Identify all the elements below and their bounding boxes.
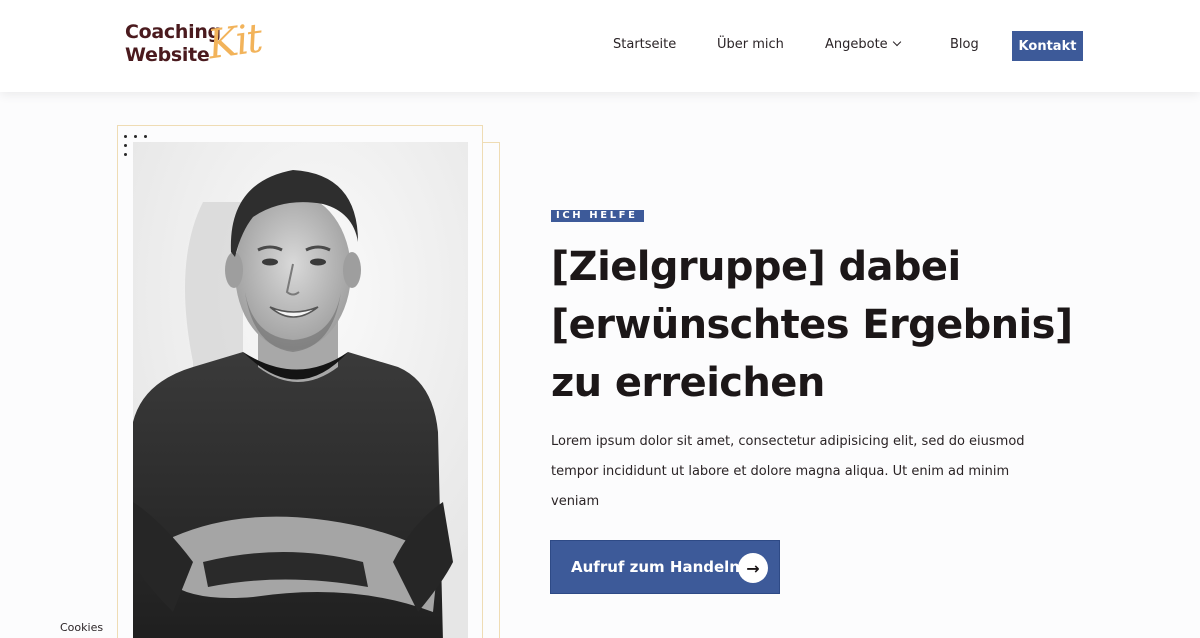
chevron-down-icon	[892, 37, 901, 47]
nav-item-angebote[interactable]: Angebote	[825, 37, 901, 52]
hero-description-line: Lorem ipsum dolor sit amet, consectetur …	[551, 434, 1025, 449]
hero-headline-line: zu erreichen	[551, 360, 825, 406]
portrait-frame-offset	[483, 142, 500, 638]
call-to-action-button[interactable]: Aufruf zum Handeln →	[550, 540, 780, 594]
nav-item-blog[interactable]: Blog	[950, 37, 979, 52]
nav-item-angebote-label: Angebote	[825, 37, 888, 52]
nav-item-ueber-mich[interactable]: Über mich	[717, 37, 784, 52]
cookies-link[interactable]: Cookies	[60, 621, 103, 634]
cta-label: Aufruf zum Handeln	[571, 558, 740, 576]
arrow-right-icon: →	[738, 553, 768, 583]
eyebrow-badge: ICH HELFE	[551, 210, 644, 222]
hero-headline-line: [Zielgruppe] dabei	[551, 244, 961, 290]
portrait-illustration	[133, 142, 468, 638]
nav-item-startseite[interactable]: Startseite	[613, 37, 676, 52]
hero-description: Lorem ipsum dolor sit amet, consectetur …	[551, 427, 1071, 517]
main-nav: Startseite Über mich Angebote Blog Konta…	[0, 31, 1200, 61]
hero-description-line: veniam	[551, 494, 600, 509]
portrait-photo	[133, 142, 468, 638]
hero-headline-line: [erwünschtes Ergebnis]	[551, 302, 1073, 348]
hero-headline: [Zielgruppe] dabei [erwünschtes Ergebnis…	[551, 238, 1111, 412]
hero-description-line: tempor incididunt ut labore et dolore ma…	[551, 464, 1010, 479]
site-header: Coaching Website Kit Startseite Über mic…	[0, 0, 1200, 92]
contact-button[interactable]: Kontakt	[1012, 31, 1083, 61]
